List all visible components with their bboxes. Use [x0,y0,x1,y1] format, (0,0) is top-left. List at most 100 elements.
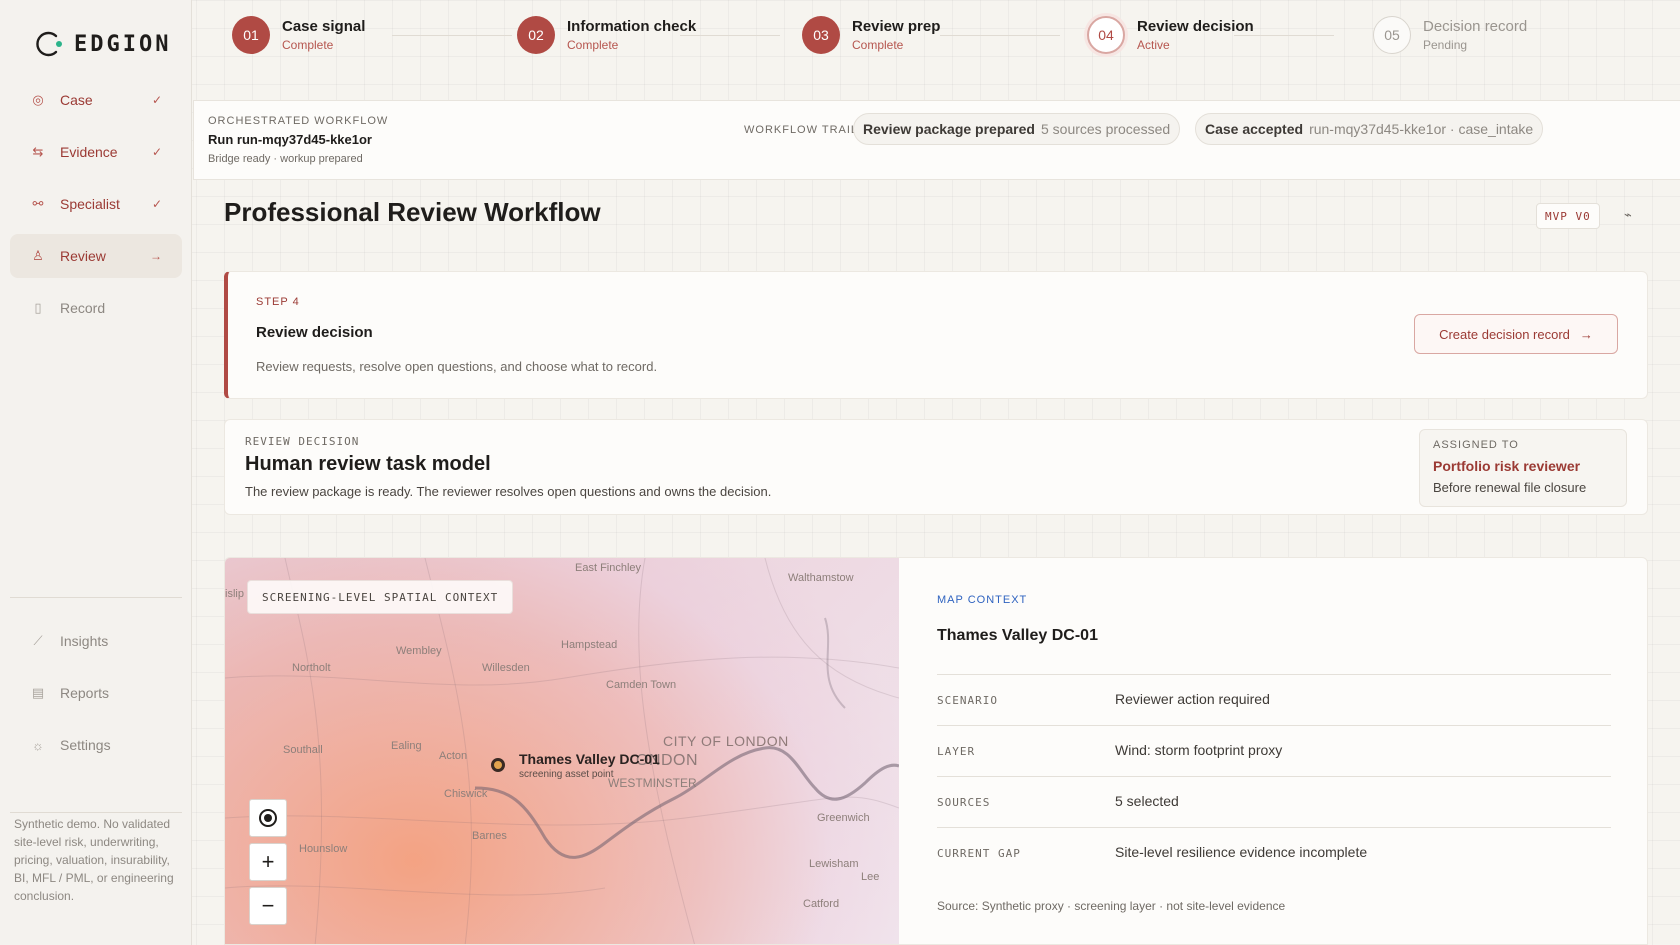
trail-pill-case-accepted[interactable]: Case accepted run-mqy37d45-kke1or · case… [1195,113,1544,145]
sidebar-item-specialist[interactable]: ⚯ Specialist ✓ [10,182,182,226]
step-number: 04 [1087,16,1125,54]
map-place-label: Catford [803,898,840,910]
sidebar-item-case[interactable]: ◎ Case ✓ [10,78,182,122]
sidebar-item-insights[interactable]: ⟋ Insights [10,619,182,663]
workflow-subtitle: Bridge ready · workup prepared [208,153,363,165]
context-kicker: MAP CONTEXT [937,594,1028,606]
sidebar-item-evidence[interactable]: ⇆ Evidence ✓ [10,130,182,174]
arrow-right-icon: → [1579,326,1593,342]
divider [10,597,182,598]
sidebar-secondary-nav: ⟋ Insights ▤ Reports ☼ Settings [10,619,182,775]
current-step-card: STEP 4 Review decision Review requests, … [224,271,1648,399]
map-place-label: Ealing [391,740,422,752]
step-title: Decision record [1423,18,1528,35]
sidebar-item-review[interactable]: ♙ Review → [10,234,182,278]
step-status: Complete [852,38,904,52]
sidebar-item-label: Insights [60,633,109,649]
divider [10,812,182,813]
map-place-label: Barnes [472,830,507,842]
context-row-current-gap: CURRENT GAP Site-level resilience eviden… [937,827,1611,878]
sidebar-item-settings[interactable]: ☼ Settings [10,723,182,767]
map-place-label: East Finchley [575,562,642,574]
page-title: Professional Review Workflow [224,197,601,227]
trail-pill-review-package[interactable]: Review package prepared 5 sources proces… [853,113,1181,145]
arrow-right-icon: → [150,249,162,263]
workflow-trail-label: WORKFLOW TRAIL [744,124,859,136]
step-card-description: Review requests, resolve open questions,… [256,359,658,374]
step-5[interactable]: 05 Decision record Pending [1373,16,1527,54]
map-place-label: Hampstead [561,639,618,651]
trail-pill-title: Review package prepared [863,121,1035,137]
workflow-stepper: 01 Case signal Complete 02 Information c… [232,16,1652,58]
step-connector [392,35,512,36]
button-label: Create decision record [1439,326,1570,342]
step-status: Pending [1423,38,1468,52]
sidebar-item-reports[interactable]: ▤ Reports [10,671,182,715]
logo-mark-icon [34,29,64,59]
sidebar-item-label: Settings [60,737,111,753]
trail-pill-detail: run-mqy37d45-kke1or · case_intake [1309,121,1534,137]
step-title: Case signal [282,18,366,35]
step-title: Review decision [1137,18,1254,35]
map-context-panel: SCREENING-LEVEL SPATIAL CONTEXT East Fin… [224,557,1648,945]
sun-gear-icon: ☼ [32,737,44,753]
row-value: Reviewer action required [1115,691,1270,707]
map-layer-badge: SCREENING-LEVEL SPATIAL CONTEXT [247,580,514,614]
sliders-icon: ⇆ [32,144,44,159]
asset-pin-subtitle: screening asset point [519,769,614,780]
sidebar-item-record[interactable]: ▯ Record [10,286,182,330]
map-place-label: Southall [283,744,323,756]
row-value: Wind: storm footprint proxy [1115,742,1283,758]
zoom-in-button[interactable]: + [249,843,287,881]
row-key: SCENARIO [937,694,998,707]
sidebar-item-label: Review [60,248,106,264]
asset-pin-icon[interactable] [491,758,505,772]
map-place-label: islip [225,588,244,600]
map-place-label: Wembley [396,645,442,657]
spatial-map[interactable]: SCREENING-LEVEL SPATIAL CONTEXT East Fin… [225,558,899,944]
context-title: Thames Valley DC-01 [937,627,1098,644]
task-kicker: REVIEW DECISION [245,435,360,448]
assigned-label: ASSIGNED TO [1433,439,1519,451]
step-number: 03 [802,16,840,54]
assignee-name[interactable]: Portfolio risk reviewer [1433,458,1580,474]
task-title: Human review task model [245,453,491,475]
context-row-scenario: SCENARIO Reviewer action required [937,674,1611,725]
collapse-icon[interactable]: ⌁ [1624,207,1632,223]
asset-pin-label: Thames Valley DC-01 [519,751,660,767]
step-3[interactable]: 03 Review prep Complete [802,16,940,54]
context-row-layer: LAYER Wind: storm footprint proxy [937,725,1611,776]
check-icon: ✓ [151,197,162,211]
map-place-label: Chiswick [444,788,488,800]
map-place-label: Lee [861,871,880,883]
map-context-details: MAP CONTEXT Thames Valley DC-01 SCENARIO… [937,558,1611,944]
locate-icon [259,809,277,827]
brand-name: EDGION [74,31,172,57]
step-number: 02 [517,16,555,54]
workflow-label: ORCHESTRATED WORKFLOW [208,115,389,127]
step-status: Active [1137,38,1170,52]
step-4[interactable]: 04 Review decision Active [1087,16,1254,54]
document-icon: ▯ [34,300,42,315]
user-check-icon: ♙ [32,248,44,263]
target-icon: ◎ [32,92,44,107]
row-value: Site-level resilience evidence incomplet… [1115,844,1368,860]
locate-button[interactable] [249,799,287,837]
step-status: Complete [282,38,334,52]
check-icon: ✓ [151,93,162,107]
create-decision-record-button[interactable]: Create decision record → [1414,314,1618,354]
map-place-label: Willesden [482,662,530,674]
task-description: The review package is ready. The reviewe… [245,484,772,499]
check-icon: ✓ [151,145,162,159]
zoom-out-button[interactable]: − [249,887,287,925]
sidebar-item-label: Specialist [60,196,120,212]
brand-logo[interactable]: EDGION [34,29,171,59]
assigned-to-box: ASSIGNED TO Portfolio risk reviewer Befo… [1419,429,1627,507]
row-key: LAYER [937,745,976,758]
step-number: 01 [232,16,270,54]
trail-pill-detail: 5 sources processed [1040,121,1171,137]
step-2[interactable]: 02 Information check Complete [517,16,696,54]
share-nodes-icon: ⚯ [32,196,44,211]
step-1[interactable]: 01 Case signal Complete [232,16,365,54]
workflow-bar: ORCHESTRATED WORKFLOW Run run-mqy37d45-k… [193,100,1680,180]
